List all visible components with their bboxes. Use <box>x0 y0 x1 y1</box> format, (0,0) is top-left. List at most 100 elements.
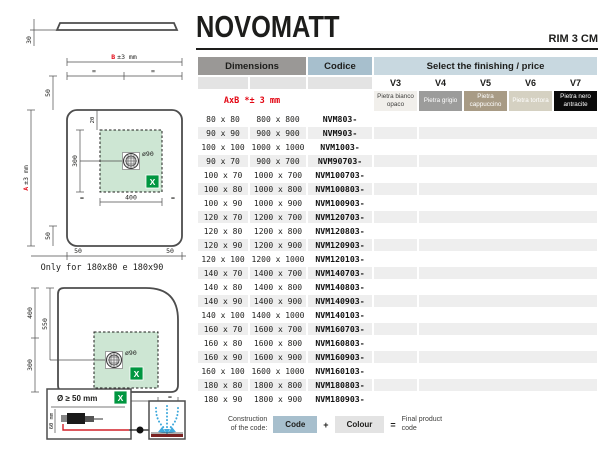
dimension-cm: 180 x 80 <box>198 379 248 391</box>
price-cell-v3 <box>374 239 417 251</box>
finish-col-v3: V3 <box>374 77 417 89</box>
equals-sign: = <box>390 420 395 430</box>
drain-offset-dim: 20 <box>90 117 96 124</box>
dimension-mm: 800 x 800 <box>250 113 306 125</box>
green-zone-width-dim: 400 <box>125 194 137 202</box>
only-for-note: Only for 180x80 e 180x90 <box>18 263 186 273</box>
edge-margin-dim-right: 50 <box>166 247 174 255</box>
dimension-mm: 1800 x 800 <box>250 379 306 391</box>
dimension-mm: 1200 x 1000 <box>250 253 306 265</box>
technical-drawings-panel: 30 B±3 mm = = 50 A±3 mm <box>0 0 195 455</box>
equal-mark: = <box>151 67 155 75</box>
drain-min-diameter-label: Ø ≥ 50 mm <box>57 394 97 403</box>
finish-col-v7: V7 <box>554 77 597 89</box>
dimension-cm: 160 x 80 <box>198 337 248 349</box>
empty-cell <box>198 77 248 89</box>
dimension-mm: 1400 x 900 <box>250 295 306 307</box>
price-cell-v3 <box>374 225 417 237</box>
product-code: NVM180903- <box>308 393 372 405</box>
table-row: 140 x 901400 x 900NVM140903- <box>198 295 597 307</box>
price-cell-v4-v7 <box>419 295 597 307</box>
product-code: NVM100903- <box>308 197 372 209</box>
product-code: NVM120703- <box>308 211 372 223</box>
dimension-mm: 1400 x 1000 <box>250 309 306 321</box>
product-code: NVM160803- <box>308 337 372 349</box>
price-cell-v4-v7 <box>419 211 597 223</box>
dimension-cm: 160 x 70 <box>198 323 248 335</box>
product-code: NVM140703- <box>308 267 372 279</box>
price-cell-v4-v7 <box>419 169 597 181</box>
dimension-cm: 100 x 90 <box>198 197 248 209</box>
dimension-cm: 120 x 70 <box>198 211 248 223</box>
price-cell-v4-v7 <box>419 281 597 293</box>
table-row: 160 x 801600 x 800NVM160803- <box>198 337 597 349</box>
table-row: 180 x 901800 x 900NVM180903- <box>198 393 597 405</box>
finish-name-v3: Pietra bianco opaco <box>374 91 417 111</box>
dimension-cm: 140 x 70 <box>198 267 248 279</box>
b-dimension-label: B±3 mm <box>111 53 137 61</box>
price-cell-v3 <box>374 211 417 223</box>
dimension-mm: 1400 x 700 <box>250 267 306 279</box>
page-title: NOVOMATT <box>196 9 340 45</box>
price-cell-v3 <box>374 365 417 377</box>
price-cell-v4-v7 <box>419 351 597 363</box>
tray-top-view-drawing: B±3 mm = = 50 A±3 mm 20 <box>20 48 188 262</box>
finish-col-v4: V4 <box>419 77 462 89</box>
tray-profile-drawing: 30 <box>22 14 187 50</box>
dimension-mm: 1600 x 900 <box>250 351 306 363</box>
finish-name-v4: Pietra grigio <box>419 91 462 111</box>
price-cell-v3 <box>374 281 417 293</box>
empty-cell <box>250 77 306 89</box>
table-row: 120 x 1001200 x 1000NVM120103- <box>198 253 597 265</box>
price-cell-v3 <box>374 113 417 125</box>
price-cell-v3 <box>374 267 417 279</box>
table-row: 160 x 701600 x 700NVM160703- <box>198 323 597 335</box>
x-position-letter: X <box>150 177 156 187</box>
product-code: NVM803- <box>308 113 372 125</box>
product-code: NVM140103- <box>308 309 372 321</box>
price-cell-v3 <box>374 197 417 209</box>
dimension-cm: 160 x 100 <box>198 365 248 377</box>
price-cell-v4-v7 <box>419 323 597 335</box>
dimension-cm: 160 x 90 <box>198 351 248 363</box>
drain-diameter-label: ø90 <box>142 150 154 158</box>
finish-col-v5: V5 <box>464 77 507 89</box>
product-code: NVM1003- <box>308 141 372 153</box>
rim-label: RIM 3 CM <box>549 33 599 45</box>
x-position-letter: X <box>118 393 124 403</box>
price-cell-v4-v7 <box>419 113 597 125</box>
codice-header: Codice <box>308 57 372 75</box>
construction-label: Construction of the code: <box>228 416 267 434</box>
empty-cell <box>308 91 372 111</box>
finish-name-v5: Pietra cappuccino <box>464 91 507 111</box>
product-code: NVM903- <box>308 127 372 139</box>
finish-col-v6: V6 <box>509 77 552 89</box>
table-row: 100 x 901000 x 900NVM100903- <box>198 197 597 209</box>
finishing-header: Select the finishing / price <box>374 57 597 75</box>
dimension-cm: 140 x 80 <box>198 281 248 293</box>
finish-code-row: V3V4V5V6V7 <box>198 77 597 89</box>
dimension-mm: 1600 x 1000 <box>250 365 306 377</box>
a-dimension-label: A±3 mm <box>22 165 30 191</box>
price-cell-v3 <box>374 351 417 363</box>
price-cell-v3 <box>374 253 417 265</box>
product-code: NVM90703- <box>308 155 372 167</box>
product-code: NVM100803- <box>308 183 372 195</box>
dimensions-header: Dimensions <box>198 57 306 75</box>
finish-name-v7: Pietra nero antracite <box>554 91 597 111</box>
table-row: 180 x 801800 x 800NVM180803- <box>198 379 597 391</box>
dimension-cm: 120 x 80 <box>198 225 248 237</box>
price-cell-v4-v7 <box>419 155 597 167</box>
dimension-mm: 900 x 700 <box>250 155 306 167</box>
price-cell-v3 <box>374 379 417 391</box>
dimension-mm: 1400 x 800 <box>250 281 306 293</box>
table-row: 140 x 701400 x 700NVM140703- <box>198 267 597 279</box>
table-row: 100 x 1001000 x 1000NVM1003- <box>198 141 597 153</box>
dimension-cm: 100 x 70 <box>198 169 248 181</box>
code-construction-legend: Construction of the code: Code + Colour … <box>228 416 598 434</box>
dimension-mm: 1200 x 900 <box>250 239 306 251</box>
price-table: Dimensions Codice Select the finishing /… <box>196 55 599 407</box>
price-cell-v3 <box>374 323 417 335</box>
header-row: Dimensions Codice Select the finishing /… <box>198 57 597 75</box>
x-position-letter: X <box>134 369 140 379</box>
